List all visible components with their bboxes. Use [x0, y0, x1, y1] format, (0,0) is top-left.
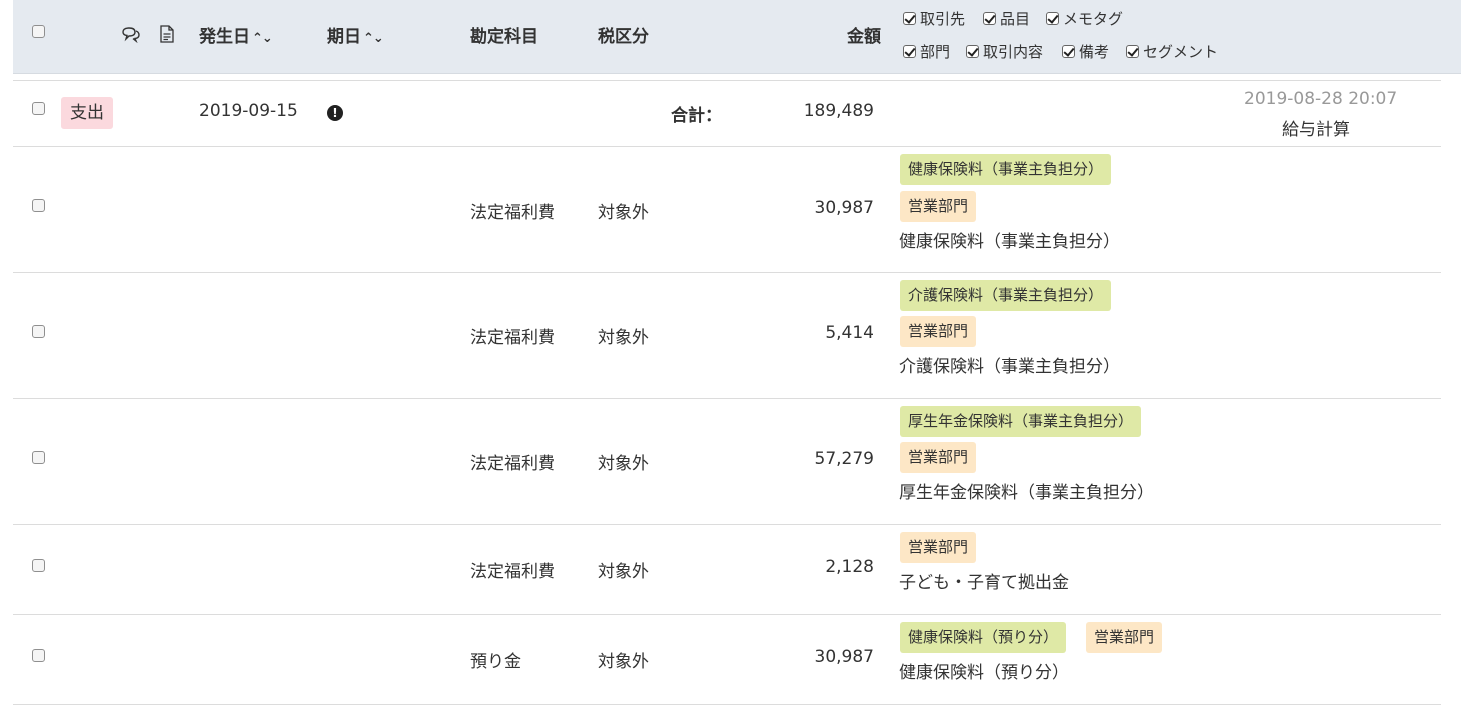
department-tag: 営業部門	[1086, 622, 1163, 653]
account-cell: 預り金	[470, 652, 521, 672]
select-all-checkbox[interactable]	[32, 25, 45, 38]
line-description: 子ども・子育て拠出金	[899, 573, 1069, 593]
table-row: 法定福利費 対象外 30,987 健康保険料（事業主負担分） 営業部門 健康保険…	[13, 147, 1441, 273]
account-cell: 法定福利費	[470, 203, 555, 223]
table-row: 法定福利費 対象外 2,128 営業部門 子ども・子育て拠出金	[13, 525, 1441, 615]
table-row: 預り金 対象外 30,987 健康保険料（預り分） 営業部門 健康保険料（預り分…	[13, 615, 1441, 705]
header-account: 勘定科目	[470, 27, 538, 47]
timestamp: 2019-08-28 20:07	[1244, 89, 1398, 109]
column-checkbox[interactable]	[983, 12, 996, 25]
column-checkbox[interactable]	[966, 45, 979, 58]
total-label: 合計：	[671, 106, 722, 126]
account-cell: 法定福利費	[470, 328, 555, 348]
row-checkbox[interactable]	[32, 199, 45, 212]
line-description: 厚生年金保険料（事業主負担分）	[899, 483, 1154, 503]
department-tag: 営業部門	[900, 532, 977, 563]
document-icon	[160, 25, 174, 43]
amount-cell: 30,987	[814, 198, 874, 218]
table-row: 法定福利費 対象外 5,414 介護保険料（事業主負担分） 営業部門 介護保険料…	[13, 273, 1441, 399]
tax-cell: 対象外	[598, 652, 649, 672]
item-tag: 厚生年金保険料（事業主負担分）	[900, 406, 1142, 437]
column-checkbox[interactable]	[903, 45, 916, 58]
row-checkbox[interactable]	[32, 102, 45, 115]
transaction-description: 給与計算	[1282, 120, 1350, 140]
header-tax: 税区分	[598, 27, 649, 47]
line-description: 健康保険料（事業主負担分）	[899, 232, 1120, 252]
column-checkbox[interactable]	[1062, 45, 1075, 58]
item-tag: 介護保険料（事業主負担分）	[900, 280, 1112, 311]
line-description: 介護保険料（事業主負担分）	[899, 357, 1120, 377]
department-tag: 営業部門	[900, 316, 977, 347]
occurrence-date: 2019-09-15	[199, 101, 298, 121]
tax-cell: 対象外	[598, 562, 649, 582]
comment-icon	[122, 27, 140, 43]
table-row: 法定福利費 対象外 57,279 厚生年金保険料（事業主負担分） 営業部門 厚生…	[13, 399, 1441, 525]
column-toggle-department[interactable]: 部門	[903, 41, 950, 62]
sort-arrows-icon[interactable]: ⌃⌄	[252, 31, 273, 46]
amount-cell: 57,279	[814, 449, 874, 469]
header-due-date[interactable]: 期日 ⌃⌄	[327, 22, 384, 47]
department-tag: 営業部門	[900, 191, 977, 222]
item-tag: 健康保険料（預り分）	[900, 622, 1067, 653]
exclamation-circle-icon: !	[327, 105, 343, 121]
column-checkbox[interactable]	[1046, 12, 1059, 25]
line-description: 健康保険料（預り分）	[899, 663, 1069, 683]
column-checkbox[interactable]	[903, 12, 916, 25]
row-checkbox[interactable]	[32, 325, 45, 338]
amount-cell: 30,987	[814, 647, 874, 667]
column-toggle-transaction-content[interactable]: 取引内容	[966, 41, 1043, 62]
row-checkbox[interactable]	[32, 649, 45, 662]
column-toggle-memo-tag[interactable]: メモタグ	[1046, 8, 1123, 29]
account-cell: 法定福利費	[470, 562, 555, 582]
department-tag: 営業部門	[900, 442, 977, 473]
total-amount: 189,489	[803, 101, 874, 121]
item-tag: 健康保険料（事業主負担分）	[900, 154, 1112, 185]
column-toggle-segment[interactable]: セグメント	[1126, 41, 1218, 62]
tax-cell: 対象外	[598, 328, 649, 348]
transaction-summary-row: 支出 2019-09-15 ! 合計： 189,489 2019-08-28 2…	[13, 81, 1441, 147]
table-header: 発生日 ⌃⌄ 期日 ⌃⌄ 勘定科目 税区分 金額 取引先 品目 メモタグ 部門 取引…	[13, 0, 1461, 74]
column-toggle-item[interactable]: 品目	[983, 8, 1030, 29]
tax-cell: 対象外	[598, 454, 649, 474]
expense-type-badge: 支出	[61, 97, 113, 129]
row-checkbox[interactable]	[32, 451, 45, 464]
amount-cell: 2,128	[825, 557, 874, 577]
sort-arrows-icon[interactable]: ⌃⌄	[363, 31, 384, 46]
header-occurrence-date[interactable]: 発生日 ⌃⌄	[199, 22, 273, 47]
row-checkbox[interactable]	[32, 559, 45, 572]
header-amount: 金額	[847, 27, 881, 47]
amount-cell: 5,414	[825, 323, 874, 343]
column-toggle-notes[interactable]: 備考	[1062, 41, 1109, 62]
account-cell: 法定福利費	[470, 454, 555, 474]
column-checkbox[interactable]	[1126, 45, 1139, 58]
column-toggle-partner[interactable]: 取引先	[903, 8, 965, 29]
tax-cell: 対象外	[598, 203, 649, 223]
